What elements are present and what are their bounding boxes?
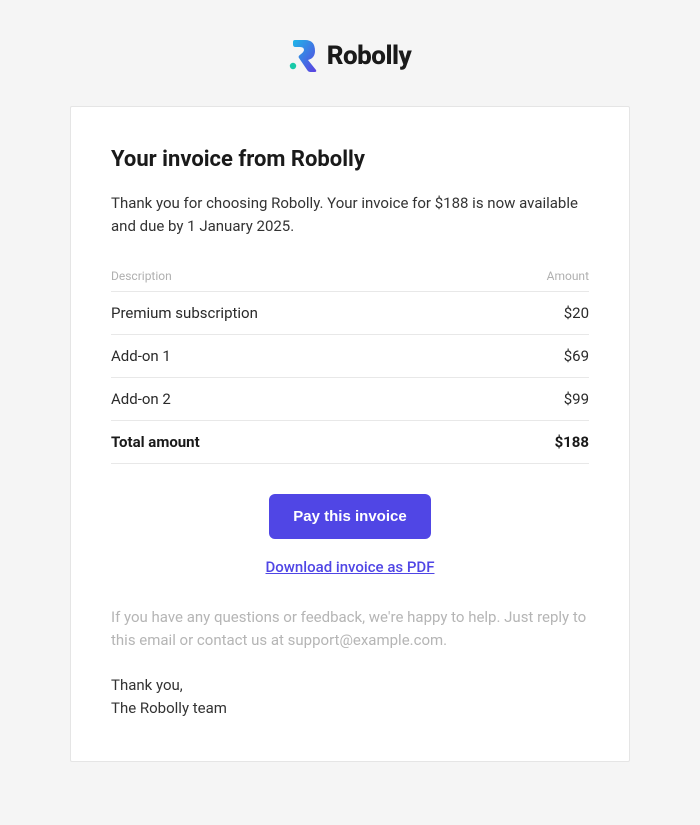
col-description: Description	[111, 269, 172, 283]
total-amount: $188	[555, 433, 589, 451]
invoice-table: Description Amount Premium subscription …	[111, 269, 589, 464]
table-row: Premium subscription $20	[111, 292, 589, 335]
item-desc: Premium subscription	[111, 304, 258, 322]
item-amount: $20	[564, 304, 589, 322]
total-label: Total amount	[111, 433, 200, 451]
signoff: Thank you, The Robolly team	[111, 674, 589, 721]
email-container: Robolly Your invoice from Robolly Thank …	[70, 40, 630, 762]
item-desc: Add-on 1	[111, 347, 171, 365]
pay-invoice-button[interactable]: Pay this invoice	[269, 494, 430, 539]
table-row: Add-on 1 $69	[111, 335, 589, 378]
col-amount: Amount	[547, 269, 589, 283]
brand-logo: Robolly	[289, 40, 412, 72]
logo-wrap: Robolly	[70, 40, 630, 76]
item-desc: Add-on 2	[111, 390, 171, 408]
download-pdf-link[interactable]: Download invoice as PDF	[266, 558, 435, 576]
table-row: Add-on 2 $99	[111, 378, 589, 421]
brand-name: Robolly	[327, 41, 412, 71]
actions: Pay this invoice Download invoice as PDF	[111, 494, 589, 576]
table-header: Description Amount	[111, 269, 589, 292]
invoice-heading: Your invoice from Robolly	[111, 147, 589, 172]
item-amount: $99	[564, 390, 589, 408]
team-line: The Robolly team	[111, 699, 227, 717]
invoice-intro: Thank you for choosing Robolly. Your inv…	[111, 192, 589, 239]
table-row-total: Total amount $188	[111, 421, 589, 464]
robolly-icon	[289, 40, 317, 72]
item-amount: $69	[564, 347, 589, 365]
thanks-line: Thank you,	[111, 676, 183, 694]
invoice-card: Your invoice from Robolly Thank you for …	[70, 106, 630, 762]
help-text: If you have any questions or feedback, w…	[111, 606, 589, 653]
